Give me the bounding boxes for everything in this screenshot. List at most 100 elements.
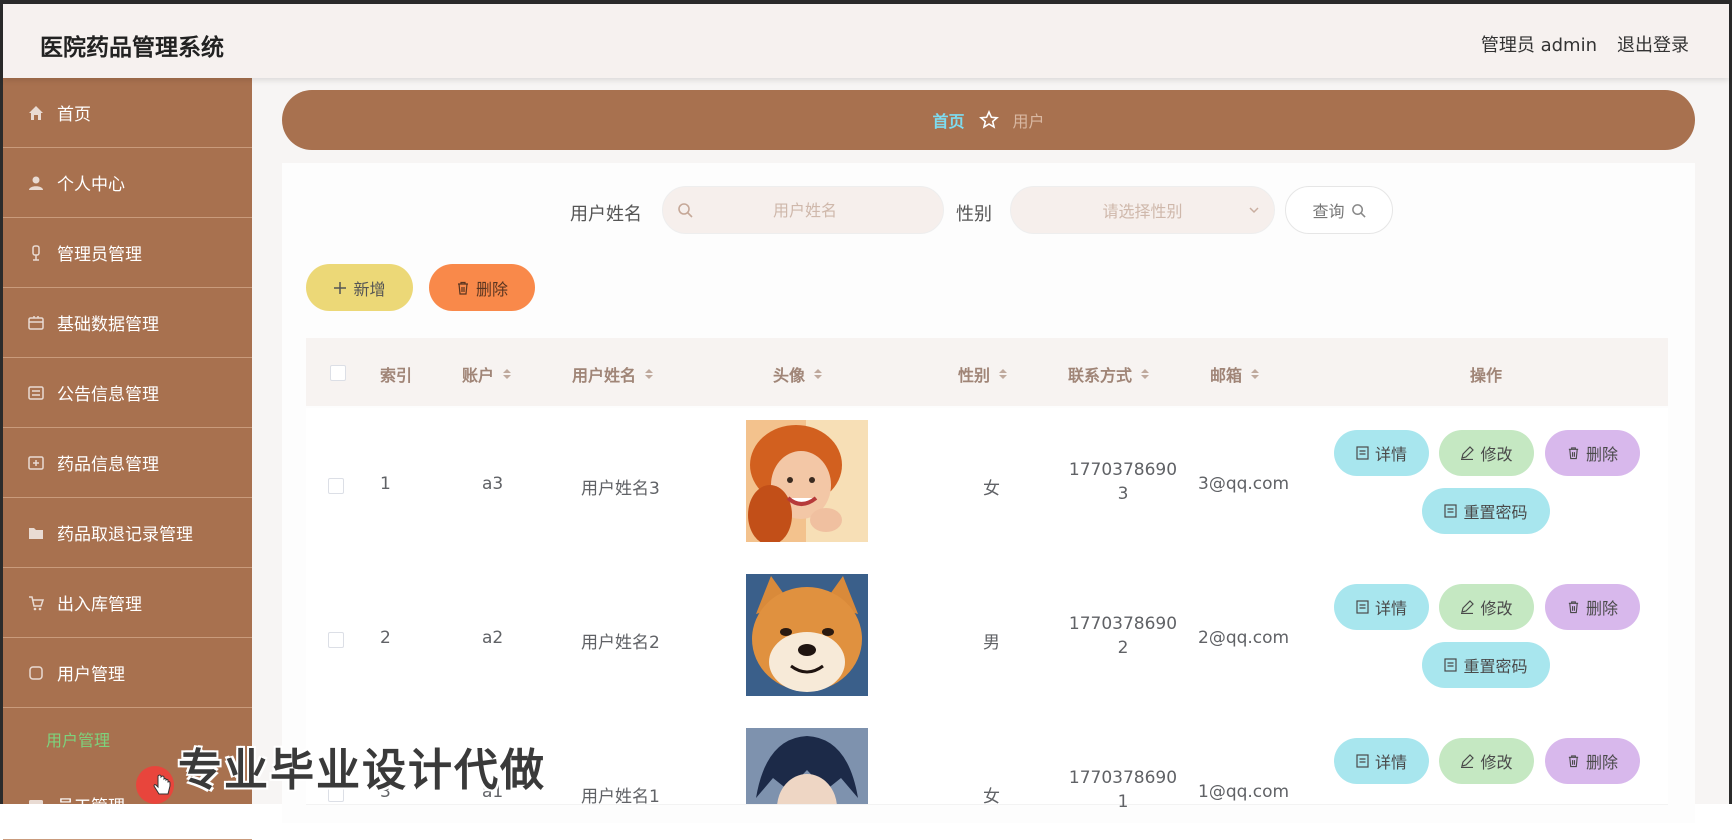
sort-icon[interactable] [813,368,823,380]
cell-phone: 1770378690 2 [1068,614,1178,658]
notice-icon [28,385,44,401]
sidebar-item-label: 员工管理 [57,797,125,817]
document-icon [1444,504,1458,518]
column-header-avatar[interactable]: 头像 [773,362,823,386]
sidebar-item-home[interactable]: 首页 [3,78,252,148]
sidebar-item-label: 药品取退记录管理 [57,525,193,545]
column-header-phone[interactable]: 联系方式 [1068,362,1150,386]
row-checkbox[interactable] [328,632,344,648]
column-header-account[interactable]: 账户 [462,362,512,386]
delete-button[interactable]: 删除 [1545,738,1640,784]
reset-password-button[interactable]: 重置密码 [1422,488,1550,534]
delete-button[interactable]: 删除 [1545,430,1640,476]
sidebar-item-admin[interactable]: 管理员管理 [3,218,252,288]
avatar-anime-photo [746,728,868,804]
name-filter-label: 用户姓名 [570,204,642,225]
document-icon [1356,446,1369,460]
name-search-input[interactable] [693,199,917,221]
cell-name: 用户姓名2 [581,633,660,653]
gender-select[interactable]: 请选择性别 [1010,186,1275,234]
hand-cursor-icon [152,774,172,802]
document-icon [1444,658,1458,672]
sidebar-item-label: 药品信息管理 [57,455,159,475]
query-button-label: 查询 [1312,202,1345,221]
search-icon [1351,203,1366,218]
sidebar-item-stock[interactable]: 出入库管理 [3,568,252,638]
cell-name: 用户姓名3 [581,479,660,499]
search-icon [677,202,693,218]
detail-button[interactable]: 详情 [1334,738,1429,784]
edit-icon [1460,446,1475,460]
watermark-text: 专业毕业设计代做 [178,745,546,796]
trash-icon [1567,754,1580,768]
add-button-label: 新增 [353,279,386,299]
trash-icon [456,281,470,295]
sort-icon[interactable] [644,368,654,380]
cell-email: 1@qq.com [1198,782,1290,802]
detail-button[interactable]: 详情 [1334,430,1429,476]
sort-icon[interactable] [502,368,512,380]
sidebar-item-profile[interactable]: 个人中心 [3,148,252,218]
cell-account: a2 [482,628,504,648]
admin-icon [28,244,44,261]
avatar-woman-photo [746,420,868,542]
cell-index: 1 [380,474,391,494]
name-search-field[interactable] [662,186,944,234]
sidebar-item-label: 基础数据管理 [57,315,159,335]
column-header-name[interactable]: 用户姓名 [572,362,654,386]
cell-email: 3@qq.com [1198,474,1290,494]
folder-icon [28,525,44,541]
edit-icon [1460,600,1475,614]
breadcrumb: 首页 用户 [282,90,1695,150]
sidebar-item-label: 首页 [57,105,91,125]
sort-icon[interactable] [1250,368,1260,380]
trash-icon [1567,446,1580,460]
detail-button[interactable]: 详情 [1334,584,1429,630]
batch-delete-button[interactable]: 删除 [429,264,535,311]
reset-password-button[interactable]: 重置密码 [1422,642,1550,688]
query-button[interactable]: 查询 [1285,186,1393,234]
sidebar-item-notice[interactable]: 公告信息管理 [3,358,252,428]
table-row: 1 a3 用户姓名3 女 1770378690 3 3@qq.com 详情 修改 … [306,408,1668,563]
select-all-checkbox[interactable] [330,365,346,381]
cell-name: 用户姓名1 [581,787,660,807]
cell-gender: 女 [983,787,1000,807]
top-header: 医院药品管理系统 管理员 admin 退出登录 [3,4,1729,78]
app-title: 医院药品管理系统 [40,35,224,61]
gender-filter-label: 性别 [956,204,992,225]
column-header-gender[interactable]: 性别 [958,362,1008,386]
database-icon [28,315,44,331]
cell-account: a3 [482,474,504,494]
cell-email: 2@qq.com [1198,628,1290,648]
edit-button[interactable]: 修改 [1439,430,1534,476]
edit-button[interactable]: 修改 [1439,738,1534,784]
column-header-email[interactable]: 邮箱 [1210,362,1260,386]
sort-icon[interactable] [998,368,1008,380]
table-row: 2 a2 用户姓名2 男 1770378690 2 2@qq.com 详情 修改 … [306,562,1668,717]
sidebar-item-users[interactable]: 用户管理 [3,638,252,708]
cell-index: 2 [380,628,391,648]
cell-phone: 1770378690 1 [1068,768,1178,812]
sidebar-item-label: 个人中心 [57,175,125,195]
sidebar-item-medicine-records[interactable]: 药品取退记录管理 [3,498,252,568]
sidebar-item-label: 公告信息管理 [57,385,159,405]
sidebar-item-medicine[interactable]: 药品信息管理 [3,428,252,498]
sidebar-item-label: 管理员管理 [57,245,142,265]
edit-button[interactable]: 修改 [1439,584,1534,630]
delete-button[interactable]: 删除 [1545,584,1640,630]
logout-link[interactable]: 退出登录 [1617,31,1689,57]
cell-gender: 女 [983,479,1000,499]
add-button[interactable]: 新增 [306,264,413,311]
sidebar-item-basedata[interactable]: 基础数据管理 [3,288,252,358]
star-icon [978,110,999,130]
breadcrumb-home[interactable]: 首页 [932,108,964,132]
document-icon [1356,600,1369,614]
document-icon [1356,754,1369,768]
users-icon [28,665,44,681]
row-checkbox[interactable] [328,478,344,494]
sidebar-item-label: 出入库管理 [57,595,142,615]
chevron-down-icon [1248,204,1260,216]
sort-icon[interactable] [1140,368,1150,380]
medicine-icon [28,455,44,471]
cell-gender: 男 [983,633,1000,653]
